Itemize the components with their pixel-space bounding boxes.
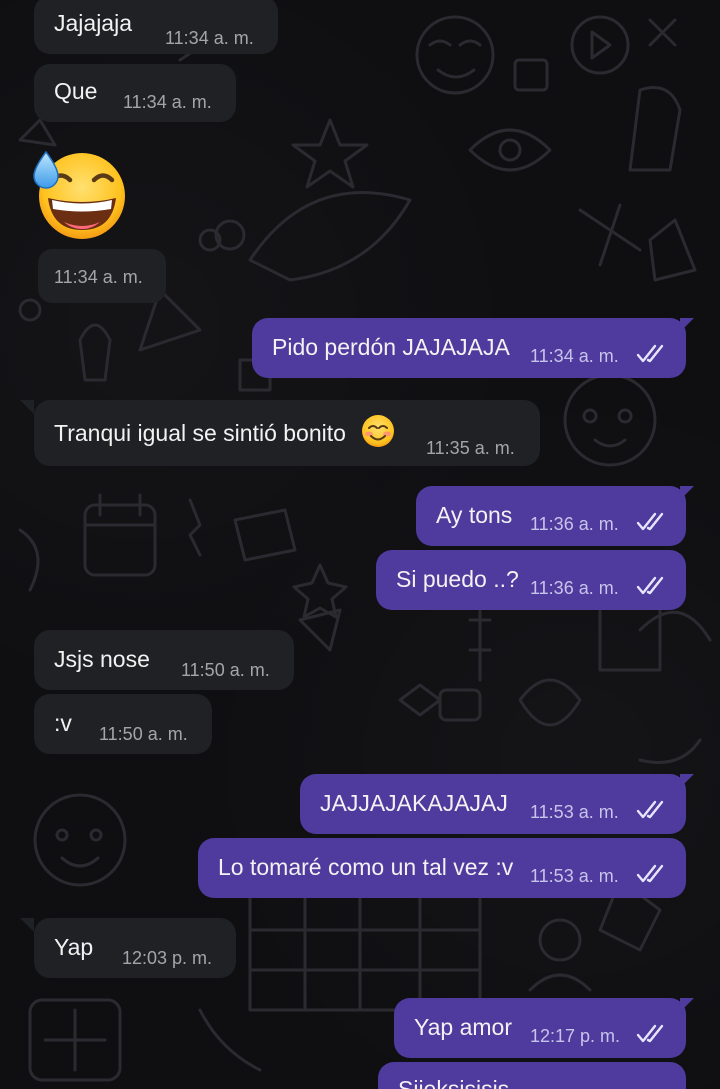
message-row: Si puedo ..? 11:36 a. m. bbox=[0, 550, 720, 612]
message-time: 11:36 a. m. bbox=[530, 578, 619, 598]
message-row: Que 11:34 a. m. bbox=[0, 64, 720, 126]
incoming-message-bubble[interactable]: Jajajaja 11:34 a. m. bbox=[34, 0, 278, 54]
message-time: 12:17 p. m. bbox=[530, 1026, 621, 1046]
message-time: 11:53 a. m. bbox=[530, 802, 619, 822]
message-row: Yap 12:03 p. m. bbox=[0, 918, 720, 980]
outgoing-message-bubble[interactable]: Yap amor 12:17 p. m. bbox=[394, 998, 686, 1058]
bubble-tail bbox=[680, 998, 694, 1012]
incoming-message-bubble[interactable]: Que 11:34 a. m. bbox=[34, 64, 236, 122]
smiling-face-with-smiling-eyes-emoji-icon bbox=[362, 415, 394, 447]
message-time: 11:50 a. m. bbox=[99, 724, 188, 744]
bubble-tail bbox=[20, 918, 34, 932]
message-row: JAJJAJAKAJAJAJ 11:53 a. m. bbox=[0, 774, 720, 836]
message-row: Lo tomaré como un tal vez :v 11:53 a. m. bbox=[0, 838, 720, 900]
emoji-time-pill: 11:34 a. m. bbox=[38, 249, 166, 303]
message-row: :v 11:50 a. m. bbox=[0, 694, 720, 756]
message-time: 11:34 a. m. bbox=[123, 92, 212, 112]
double-check-read-icon bbox=[636, 512, 664, 531]
message-text: Jajajaja bbox=[54, 10, 132, 36]
message-text: Yap amor bbox=[414, 1014, 513, 1040]
message-row: Jsjs nose 11:50 a. m. bbox=[0, 630, 720, 692]
message-row: Pido perdón JAJAJAJA 11:34 a. m. bbox=[0, 318, 720, 380]
double-check-read-icon bbox=[636, 864, 664, 883]
message-text: Ay tons bbox=[436, 502, 513, 528]
message-time: 11:34 a. m. bbox=[165, 28, 254, 48]
double-check-read-icon bbox=[636, 800, 664, 819]
message-text: Yap bbox=[54, 934, 94, 960]
incoming-message-bubble[interactable]: Yap 12:03 p. m. bbox=[34, 918, 236, 978]
message-text: Sjjeksjsjsjs bbox=[398, 1076, 510, 1089]
incoming-message-bubble[interactable]: Tranqui igual se sintió bonito 11:35 a. … bbox=[34, 400, 540, 466]
message-text: :v bbox=[54, 710, 72, 736]
message-time: 11:34 a. m. bbox=[54, 267, 143, 287]
message-time: 11:35 a. m. bbox=[426, 438, 515, 458]
message-text: Si puedo ..? bbox=[396, 566, 519, 592]
message-time: 11:36 a. m. bbox=[530, 514, 619, 534]
message-time: 11:50 a. m. bbox=[181, 660, 270, 680]
message-row: Sjjeksjsjsjs bbox=[0, 1062, 720, 1089]
bubble-tail bbox=[680, 774, 694, 788]
message-time: 12:03 p. m. bbox=[122, 948, 213, 968]
message-row: Ay tons 11:36 a. m. bbox=[0, 486, 720, 548]
message-row: Tranqui igual se sintió bonito 11:35 a. … bbox=[0, 400, 720, 466]
message-text: Que bbox=[54, 78, 98, 104]
double-check-read-icon bbox=[636, 576, 664, 595]
outgoing-message-bubble[interactable]: Sjjeksjsjsjs bbox=[378, 1062, 686, 1089]
bubble-tail bbox=[20, 400, 34, 414]
incoming-message-bubble[interactable]: Jsjs nose 11:50 a. m. bbox=[34, 630, 294, 690]
bubble-tail bbox=[680, 486, 694, 500]
message-text: Lo tomaré como un tal vez :v bbox=[218, 854, 514, 880]
outgoing-message-bubble[interactable]: JAJJAJAKAJAJAJ 11:53 a. m. bbox=[300, 774, 686, 834]
message-text: Pido perdón JAJAJAJA bbox=[272, 334, 510, 360]
outgoing-message-bubble[interactable]: Ay tons 11:36 a. m. bbox=[416, 486, 686, 546]
message-row: Jajajaja 11:34 a. m. bbox=[0, 0, 720, 58]
double-check-read-icon bbox=[636, 344, 664, 363]
message-text: Jsjs nose bbox=[54, 646, 150, 672]
message-text: JAJJAJAKAJAJAJ bbox=[320, 790, 508, 816]
message-row: Yap amor 12:17 p. m. bbox=[0, 998, 720, 1060]
bubble-tail bbox=[680, 318, 694, 332]
outgoing-message-bubble[interactable]: Pido perdón JAJAJAJA 11:34 a. m. bbox=[252, 318, 686, 378]
incoming-message-bubble[interactable]: :v 11:50 a. m. bbox=[34, 694, 212, 754]
message-text: Tranqui igual se sintió bonito bbox=[54, 420, 346, 446]
message-time: 11:53 a. m. bbox=[530, 866, 619, 886]
outgoing-message-bubble[interactable]: Lo tomaré como un tal vez :v 11:53 a. m. bbox=[198, 838, 686, 898]
double-check-read-icon bbox=[636, 1024, 664, 1043]
grinning-face-with-sweat-emoji-icon bbox=[33, 150, 125, 239]
message-time: 11:34 a. m. bbox=[530, 346, 619, 366]
outgoing-message-bubble[interactable]: Si puedo ..? 11:36 a. m. bbox=[376, 550, 686, 610]
chat-conversation[interactable]: Jajajaja 11:34 a. m. Que 11:34 a. m. 11:… bbox=[0, 0, 720, 1089]
emoji-message[interactable] bbox=[30, 150, 130, 242]
